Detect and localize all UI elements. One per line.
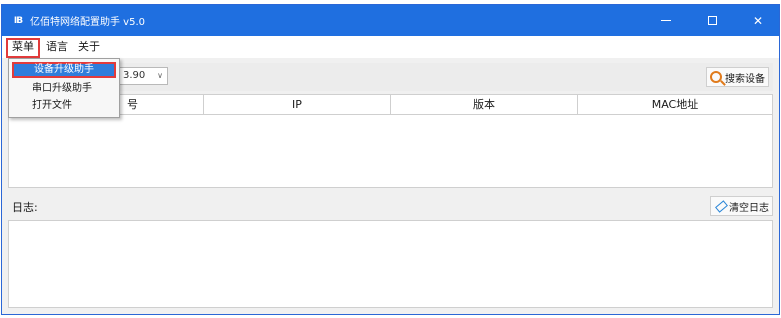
app-window: IB 亿佰特网络配置助手 v5.0 ✕ 菜单 语言 关于 3.90 ∨ 搜索设备…	[1, 4, 780, 315]
maximize-button[interactable]	[692, 5, 732, 36]
title-bar[interactable]: IB 亿佰特网络配置助手 v5.0 ✕	[2, 5, 779, 36]
dropdown-item-serial-upgrade[interactable]: 串口升级助手	[12, 81, 116, 97]
dropdown-item-open-file[interactable]: 打开文件	[12, 98, 116, 114]
maximize-icon	[707, 16, 717, 25]
column-header[interactable]: IP	[204, 95, 391, 114]
clear-brush-icon	[714, 200, 726, 212]
device-table[interactable]: 号 IP 版本 MAC地址	[8, 94, 773, 188]
clear-log-label: 清空日志	[729, 202, 769, 214]
menu-item-about[interactable]: 关于	[74, 38, 104, 56]
clear-log-button[interactable]: 清空日志	[710, 196, 773, 216]
log-header: 日志: 清空日志	[8, 195, 773, 217]
toolbar: 3.90 ∨ 搜索设备	[8, 63, 773, 91]
app-logo-icon: IB	[13, 15, 23, 26]
dropdown-item-device-upgrade[interactable]: 设备升级助手	[12, 62, 116, 78]
menu-bar: 菜单 语言 关于	[2, 36, 779, 58]
search-devices-label: 搜索设备	[725, 73, 765, 85]
column-header[interactable]: 版本	[391, 95, 578, 114]
log-label: 日志:	[12, 201, 38, 214]
menu-dropdown: 设备升级助手 串口升级助手 打开文件	[8, 58, 120, 118]
table-header: 号 IP 版本 MAC地址	[9, 95, 772, 115]
close-icon: ✕	[752, 13, 764, 28]
search-devices-button[interactable]: 搜索设备	[706, 67, 769, 87]
chevron-down-icon: ∨	[157, 71, 163, 80]
minimize-button[interactable]	[646, 5, 686, 36]
search-icon	[710, 71, 722, 83]
close-button[interactable]: ✕	[738, 5, 778, 36]
window-title: 亿佰特网络配置助手 v5.0	[30, 17, 145, 28]
menu-item-language[interactable]: 语言	[42, 38, 72, 56]
column-header[interactable]: MAC地址	[578, 95, 772, 114]
version-select[interactable]: 3.90 ∨	[118, 67, 168, 85]
log-textarea[interactable]	[8, 220, 773, 308]
menu-item-menu[interactable]: 菜单	[6, 37, 40, 58]
version-value: 3.90	[123, 70, 146, 81]
minimize-icon	[661, 20, 671, 21]
